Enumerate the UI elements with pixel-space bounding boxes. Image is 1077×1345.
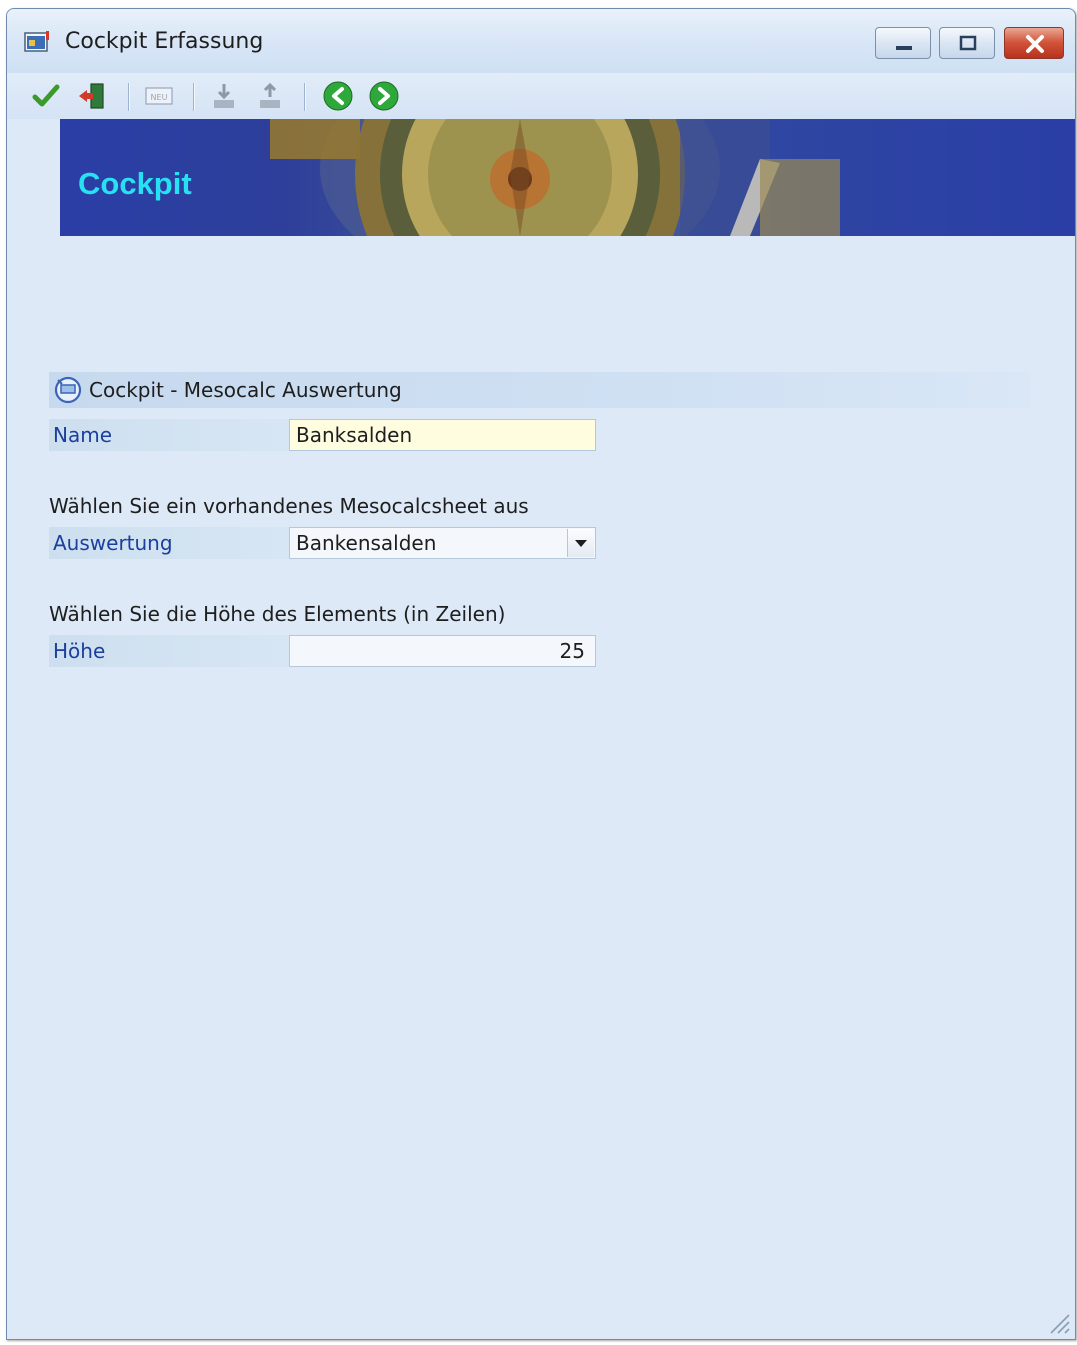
name-input[interactable]: Banksalden: [289, 419, 596, 451]
app-window-icon: [24, 31, 50, 53]
banner-title: Cockpit: [78, 166, 192, 201]
toolbar-separator: [128, 83, 130, 111]
window-title: Cockpit Erfassung: [65, 29, 264, 54]
height-input[interactable]: 25: [289, 635, 596, 667]
resize-grip-icon[interactable]: [1045, 1309, 1071, 1335]
evaluation-select[interactable]: Bankensalden: [289, 527, 596, 559]
title-bar[interactable]: Cockpit Erfassung: [7, 9, 1075, 73]
minimize-button[interactable]: [875, 27, 931, 59]
new-record-icon[interactable]: NEU: [142, 79, 176, 113]
toolbar: NEU: [7, 73, 1075, 119]
import-icon[interactable]: [253, 79, 287, 113]
app-window: Cockpit Erfassung NEU Cockpit Cockpit - …: [6, 8, 1076, 1340]
arrow-left-icon[interactable]: [321, 79, 355, 113]
maximize-button[interactable]: [939, 27, 995, 59]
svg-text:NEU: NEU: [151, 93, 168, 102]
group-header: Cockpit - Mesocalc Auswertung: [49, 372, 1030, 408]
chevron-down-icon: [575, 540, 587, 547]
cockpit-gauge-icon: [52, 374, 84, 404]
compass-illustration: [60, 119, 840, 236]
height-prompt: Wählen Sie die Höhe des Elements (in Zei…: [49, 602, 506, 626]
name-label: Name: [49, 419, 289, 451]
sheet-prompt: Wählen Sie ein vorhandenes Mesocalcsheet…: [49, 494, 529, 518]
evaluation-selected-value: Bankensalden: [296, 531, 437, 555]
header-banner: Cockpit: [60, 119, 1075, 236]
toolbar-separator: [193, 83, 195, 111]
height-label: Höhe: [49, 635, 289, 667]
export-icon[interactable]: [207, 79, 241, 113]
checkmark-icon[interactable]: [29, 79, 63, 113]
evaluation-label: Auswertung: [49, 527, 289, 559]
close-button[interactable]: [1004, 27, 1064, 59]
form-area: Cockpit - Mesocalc Auswertung Name Banks…: [7, 236, 1075, 1339]
arrow-right-icon[interactable]: [367, 79, 401, 113]
toolbar-separator: [304, 83, 306, 111]
group-title: Cockpit - Mesocalc Auswertung: [89, 378, 402, 402]
dropdown-arrow-button[interactable]: [567, 529, 594, 557]
exit-door-icon[interactable]: [75, 79, 109, 113]
